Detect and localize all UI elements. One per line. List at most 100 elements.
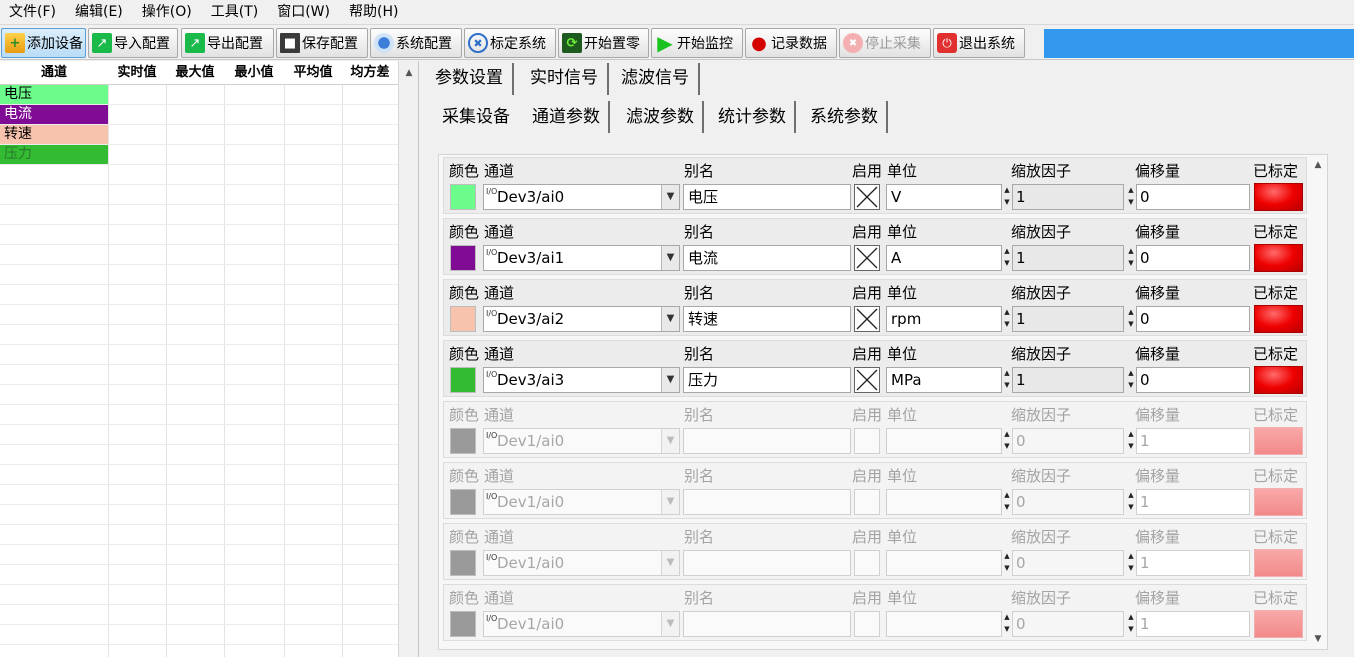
offset-input[interactable]: 0: [1136, 306, 1250, 332]
exit-button[interactable]: ⏻ 退出系统: [933, 28, 1025, 58]
unit-input[interactable]: rpm: [886, 306, 1002, 332]
alias-input[interactable]: [683, 550, 851, 576]
unit-input[interactable]: [886, 428, 1002, 454]
dropdown-arrow-icon[interactable]: ▼: [661, 368, 679, 392]
offset-input[interactable]: 1: [1136, 489, 1250, 515]
offset-spinner[interactable]: ▲ ▼: [1126, 550, 1136, 576]
table-row[interactable]: [0, 245, 398, 265]
enable-checkbox[interactable]: [854, 245, 880, 271]
scale-spinner[interactable]: ▲ ▼: [1002, 306, 1012, 332]
scale-input[interactable]: 1: [1012, 184, 1124, 210]
color-swatch[interactable]: [450, 611, 476, 637]
alias-input[interactable]: [683, 489, 851, 515]
color-swatch[interactable]: [450, 184, 476, 210]
export-config-button[interactable]: ↗ 导出配置: [181, 28, 274, 58]
scale-input[interactable]: 0: [1012, 428, 1124, 454]
offset-input[interactable]: 0: [1136, 245, 1250, 271]
dropdown-arrow-icon[interactable]: ▼: [661, 307, 679, 331]
scale-input[interactable]: 1: [1012, 306, 1124, 332]
menu-tools[interactable]: 工具(T): [204, 0, 265, 24]
unit-input[interactable]: [886, 489, 1002, 515]
offset-input[interactable]: 1: [1136, 428, 1250, 454]
color-swatch[interactable]: [450, 367, 476, 393]
tab-filter-params[interactable]: 滤波参数: [618, 101, 704, 133]
table-row[interactable]: [0, 265, 398, 285]
scale-input[interactable]: 1: [1012, 367, 1124, 393]
channel-select[interactable]: I/O Dev3/ai3 ▼: [483, 367, 680, 393]
table-row[interactable]: [0, 465, 398, 485]
table-row[interactable]: [0, 165, 398, 185]
color-swatch[interactable]: [450, 489, 476, 515]
dropdown-arrow-icon[interactable]: ▼: [661, 185, 679, 209]
unit-input[interactable]: [886, 550, 1002, 576]
channel-select[interactable]: I/O Dev1/ai0 ▼: [483, 611, 680, 637]
offset-input[interactable]: 0: [1136, 184, 1250, 210]
scroll-up-icon[interactable]: ▲: [399, 63, 418, 83]
scale-spinner[interactable]: ▲ ▼: [1002, 245, 1012, 271]
table-row[interactable]: [0, 425, 398, 445]
offset-spinner[interactable]: ▲ ▼: [1126, 367, 1136, 393]
unit-input[interactable]: V: [886, 184, 1002, 210]
grid-scrollbar[interactable]: ▲: [398, 61, 418, 657]
scroll-down-icon[interactable]: ▼: [1309, 629, 1327, 649]
offset-spinner[interactable]: ▲ ▼: [1126, 611, 1136, 637]
menu-window[interactable]: 窗口(W): [270, 0, 337, 24]
scroll-up-icon[interactable]: ▲: [1309, 155, 1327, 175]
table-row[interactable]: [0, 485, 398, 505]
tab-channel-params[interactable]: 通道参数: [524, 101, 610, 133]
add-device-button[interactable]: + 添加设备: [1, 28, 86, 58]
dropdown-arrow-icon[interactable]: ▼: [661, 551, 679, 575]
table-row[interactable]: [0, 625, 398, 645]
offset-input[interactable]: 1: [1136, 550, 1250, 576]
table-row[interactable]: [0, 525, 398, 545]
table-row[interactable]: [0, 365, 398, 385]
table-row[interactable]: [0, 285, 398, 305]
scale-input[interactable]: 0: [1012, 550, 1124, 576]
table-row[interactable]: [0, 565, 398, 585]
table-row[interactable]: [0, 545, 398, 565]
alias-input[interactable]: 电流: [683, 245, 851, 271]
table-row[interactable]: [0, 405, 398, 425]
enable-checkbox[interactable]: [854, 367, 880, 393]
record-button[interactable]: ● 记录数据: [745, 28, 837, 58]
channel-select[interactable]: I/O Dev3/ai0 ▼: [483, 184, 680, 210]
menu-file[interactable]: 文件(F): [2, 0, 63, 24]
menu-help[interactable]: 帮助(H): [342, 0, 405, 24]
table-row[interactable]: [0, 505, 398, 525]
dropdown-arrow-icon[interactable]: ▼: [661, 490, 679, 514]
menu-edit[interactable]: 编辑(E): [68, 0, 130, 24]
table-row[interactable]: [0, 225, 398, 245]
system-config-button[interactable]: 系统配置: [370, 28, 462, 58]
enable-checkbox[interactable]: [854, 184, 880, 210]
tab-parameter-settings[interactable]: 参数设置: [426, 63, 514, 95]
scale-spinner[interactable]: ▲ ▼: [1002, 367, 1012, 393]
alias-input[interactable]: 压力: [683, 367, 851, 393]
table-row[interactable]: 转速: [0, 125, 398, 145]
table-row[interactable]: 电压: [0, 85, 398, 105]
scale-spinner[interactable]: ▲ ▼: [1002, 428, 1012, 454]
dropdown-arrow-icon[interactable]: ▼: [661, 246, 679, 270]
channel-select[interactable]: I/O Dev1/ai0 ▼: [483, 489, 680, 515]
scale-spinner[interactable]: ▲ ▼: [1002, 184, 1012, 210]
scale-input[interactable]: 0: [1012, 611, 1124, 637]
enable-checkbox[interactable]: [854, 611, 880, 637]
channel-select[interactable]: I/O Dev3/ai1 ▼: [483, 245, 680, 271]
table-row[interactable]: [0, 645, 398, 657]
offset-spinner[interactable]: ▲ ▼: [1126, 428, 1136, 454]
unit-input[interactable]: [886, 611, 1002, 637]
offset-spinner[interactable]: ▲ ▼: [1126, 184, 1136, 210]
channel-select[interactable]: I/O Dev1/ai0 ▼: [483, 550, 680, 576]
scale-spinner[interactable]: ▲ ▼: [1002, 611, 1012, 637]
scale-spinner[interactable]: ▲ ▼: [1002, 550, 1012, 576]
table-row[interactable]: [0, 385, 398, 405]
table-row[interactable]: [0, 445, 398, 465]
zero-button[interactable]: ⟳ 开始置零: [558, 28, 649, 58]
save-config-button[interactable]: ■ 保存配置: [276, 28, 368, 58]
tab-statistics-params[interactable]: 统计参数: [710, 101, 796, 133]
table-row[interactable]: 压力: [0, 145, 398, 165]
offset-spinner[interactable]: ▲ ▼: [1126, 489, 1136, 515]
color-swatch[interactable]: [450, 245, 476, 271]
table-row[interactable]: [0, 585, 398, 605]
table-row[interactable]: [0, 605, 398, 625]
offset-spinner[interactable]: ▲ ▼: [1126, 306, 1136, 332]
